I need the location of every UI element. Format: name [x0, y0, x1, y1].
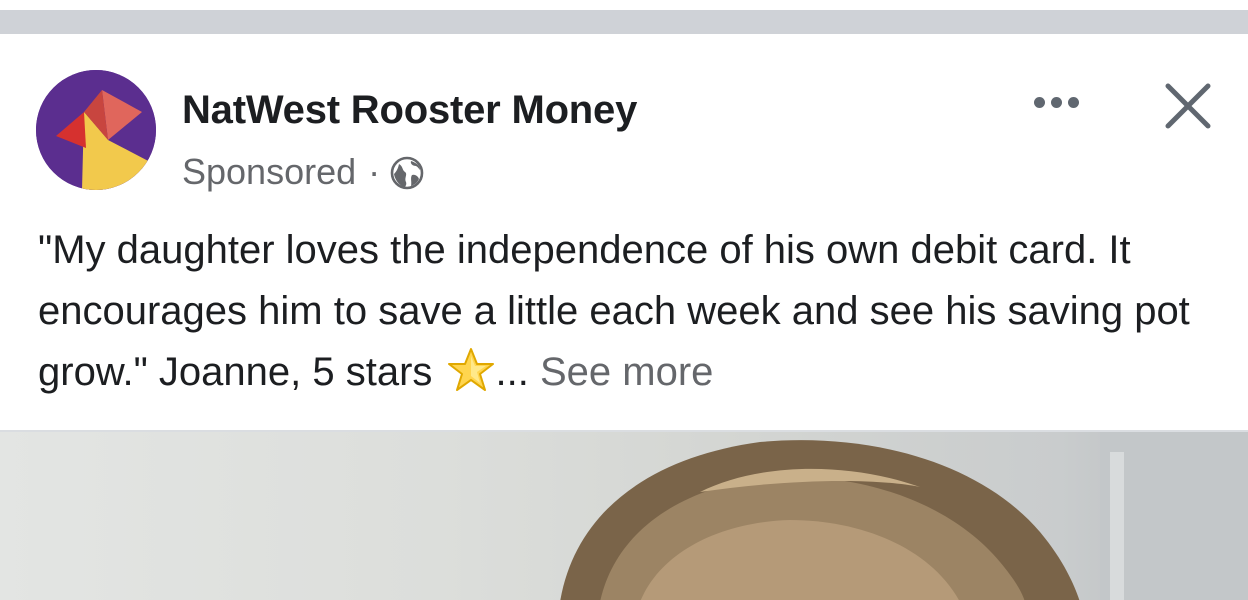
more-dots-icon [1033, 96, 1045, 108]
ad-image[interactable] [0, 430, 1248, 600]
post-meta: Sponsored · [182, 148, 424, 196]
divider-bar [0, 10, 1248, 34]
facebook-ad-post: NatWest Rooster Money Sponsored · "My da… [0, 0, 1248, 600]
more-options-button[interactable] [1024, 82, 1088, 122]
feed-divider [0, 0, 1248, 36]
post-header: NatWest Rooster Money Sponsored · [0, 36, 1248, 216]
see-more-link[interactable]: See more [540, 350, 713, 394]
post-message: "My daughter loves the independence of h… [38, 220, 1218, 403]
page-avatar[interactable] [36, 70, 156, 190]
close-button[interactable] [1156, 74, 1220, 138]
rooster-logo-icon [36, 70, 156, 190]
ad-photo [560, 432, 1248, 600]
more-dots-icon [1050, 96, 1062, 108]
sponsored-label[interactable]: Sponsored [182, 151, 356, 193]
globe-icon [390, 156, 424, 190]
meta-separator: · [368, 151, 381, 192]
close-icon [1165, 83, 1211, 129]
star-emoji-icon [446, 347, 496, 393]
ellipsis: ... [495, 350, 529, 394]
page-name[interactable]: NatWest Rooster Money [182, 88, 637, 133]
more-dots-icon [1067, 96, 1079, 108]
